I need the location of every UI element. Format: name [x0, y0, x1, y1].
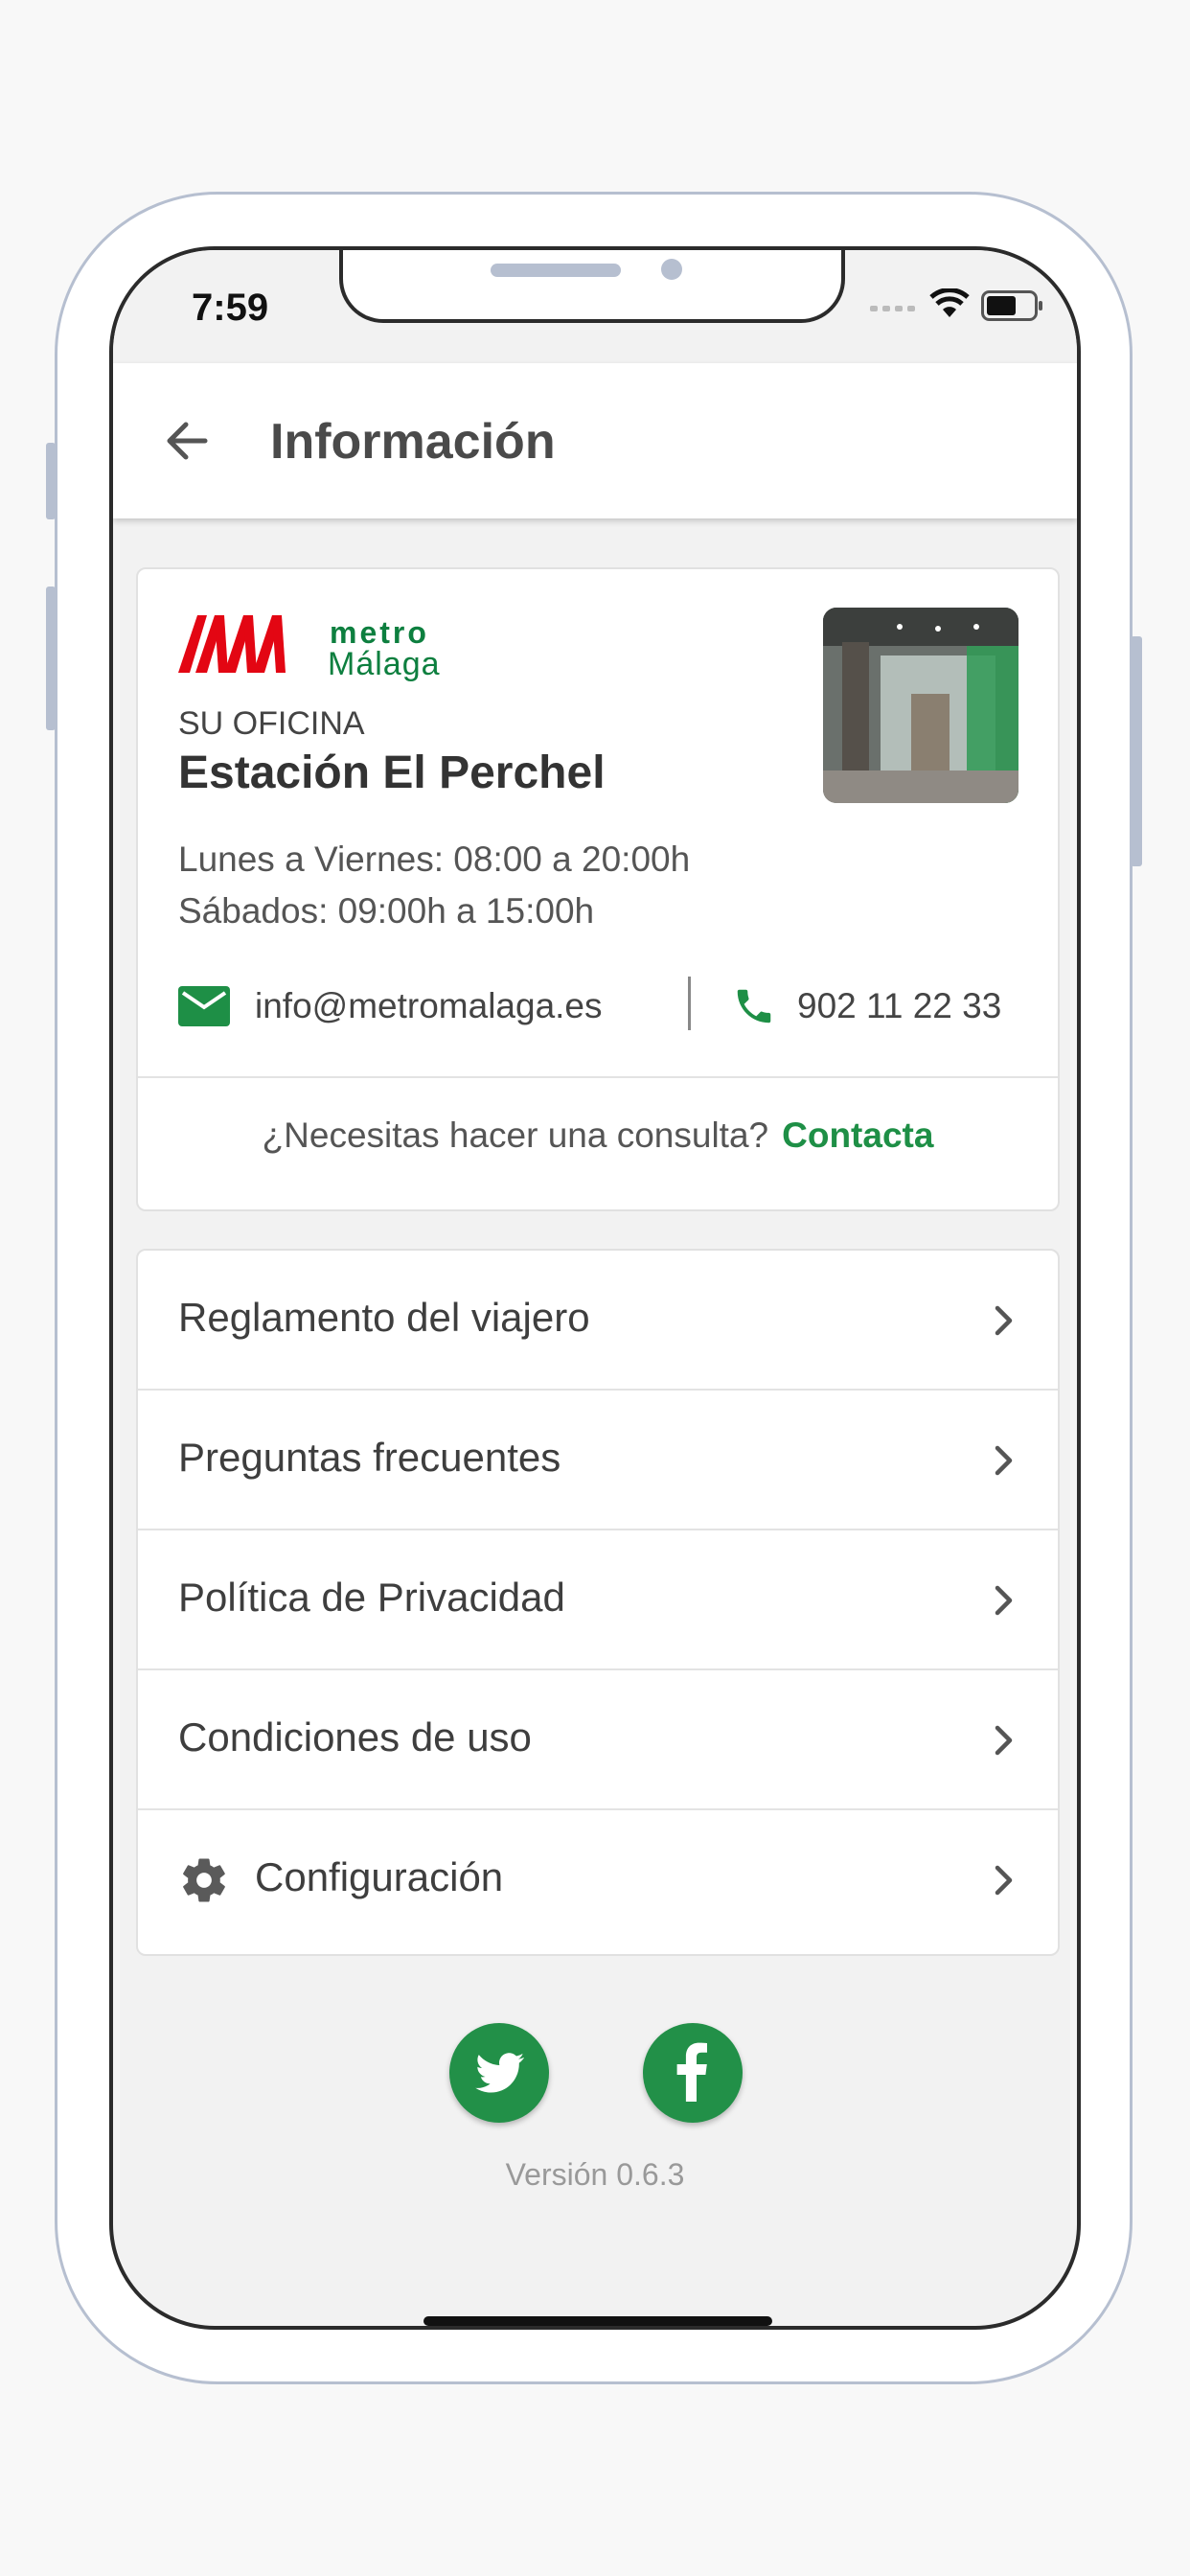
- menu-item-preguntas[interactable]: Preguntas frecuentes: [138, 1391, 1058, 1530]
- chevron-right-icon: [995, 1865, 1013, 1896]
- chevron-right-icon: [995, 1305, 1013, 1336]
- wifi-icon: [929, 288, 970, 317]
- hours-weekdays: Lunes a Viernes: 08:00 a 20:00h: [178, 840, 691, 879]
- phone-link[interactable]: 902 11 22 33: [797, 986, 1001, 1026]
- chevron-right-icon: [995, 1445, 1013, 1476]
- screen: 7:59 Información metro Málaga SU OFICINA…: [109, 246, 1081, 2330]
- facebook-button[interactable]: [643, 2023, 743, 2123]
- signal-icon: [870, 306, 915, 311]
- app-bar: Información: [113, 363, 1077, 518]
- station-name: Estación El Perchel: [178, 748, 606, 798]
- chevron-right-icon: [995, 1725, 1013, 1756]
- consult-row: ¿Necesitas hacer una consulta? Contacta: [138, 1116, 1058, 1156]
- gear-icon: [183, 1858, 225, 1902]
- menu-item-privacidad[interactable]: Política de Privacidad: [138, 1530, 1058, 1670]
- chevron-right-icon: [995, 1585, 1013, 1616]
- menu-item-label: Configuración: [255, 1854, 504, 1899]
- opening-hours: Lunes a Viernes: 08:00 a 20:00h Sábados:…: [178, 834, 690, 937]
- office-label: SU OFICINA: [178, 705, 365, 742]
- battery-icon: [981, 290, 1042, 321]
- camera: [661, 259, 682, 280]
- status-time: 7:59: [192, 287, 269, 329]
- mail-icon[interactable]: [178, 986, 230, 1026]
- status-bar: 7:59: [113, 250, 1077, 363]
- contact-divider: [688, 977, 691, 1030]
- mute-switch: [46, 443, 56, 519]
- brand-malaga-text: Málaga: [328, 646, 441, 682]
- notch: [339, 250, 845, 323]
- page-title: Información: [270, 414, 556, 470]
- twitter-icon: [475, 2053, 524, 2093]
- speaker: [491, 264, 621, 277]
- menu-item-label: Preguntas frecuentes: [178, 1435, 561, 1480]
- metro-malaga-logo-icon: [178, 615, 286, 673]
- menu-item-label: Condiciones de uso: [178, 1714, 532, 1760]
- home-indicator[interactable]: [423, 2316, 772, 2326]
- menu-item-label: Reglamento del viajero: [178, 1295, 590, 1340]
- app-version: Versión 0.6.3: [505, 2157, 685, 2192]
- menu-item-configuracion[interactable]: Configuración: [138, 1810, 1058, 1950]
- phone-icon[interactable]: [732, 984, 776, 1028]
- email-link[interactable]: info@metromalaga.es: [255, 986, 603, 1026]
- back-arrow-icon[interactable]: [161, 414, 215, 468]
- twitter-button[interactable]: [449, 2023, 549, 2123]
- office-info-card: metro Málaga SU OFICINA Estación El Perc…: [136, 567, 1060, 1211]
- station-photo: [823, 608, 1018, 803]
- menu-item-reglamento[interactable]: Reglamento del viajero: [138, 1251, 1058, 1391]
- menu-list: Reglamento del viajero Preguntas frecuen…: [136, 1249, 1060, 1956]
- power-button: [1131, 636, 1142, 866]
- menu-item-label: Política de Privacidad: [178, 1575, 565, 1620]
- hours-saturday: Sábados: 09:00h a 15:00h: [178, 891, 595, 931]
- consult-question: ¿Necesitas hacer una consulta?: [262, 1116, 769, 1155]
- contact-link[interactable]: Contacta: [782, 1116, 933, 1155]
- facebook-icon: [676, 2042, 707, 2102]
- card-divider: [138, 1076, 1058, 1078]
- contact-row: info@metromalaga.es 902 11 22 33: [138, 967, 1058, 1044]
- volume-button: [46, 586, 56, 730]
- menu-item-condiciones[interactable]: Condiciones de uso: [138, 1670, 1058, 1810]
